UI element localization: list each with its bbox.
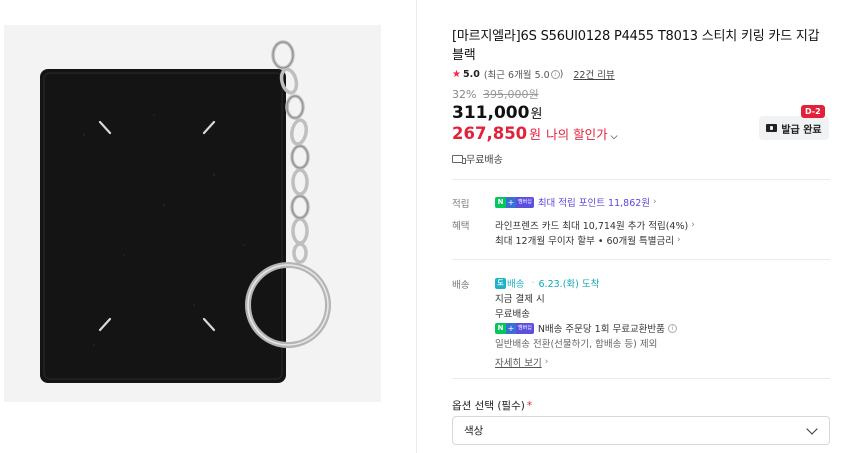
dot-separator: · <box>531 277 535 289</box>
info-icon[interactable]: i <box>550 69 560 79</box>
sale-price-unit: 원 <box>530 107 543 122</box>
info-icon[interactable]: i <box>667 323 677 333</box>
chevron-right-icon: › <box>544 357 549 367</box>
chevron-right-icon: › <box>677 235 681 245</box>
chevron-right-icon: › <box>653 197 657 207</box>
divider <box>452 259 830 260</box>
point-label: 적립 <box>452 199 470 210</box>
n-delivery-badge-short: 도 <box>495 277 506 289</box>
npay-badge-n: N <box>495 196 506 208</box>
delivery-line-3: 무료배송 <box>495 309 530 320</box>
truck-icon <box>452 154 466 164</box>
option-label: 옵션 선택 (필수) * <box>452 398 532 413</box>
npay-badge-n: N <box>495 322 506 334</box>
my-price-label: 나의 할인가 <box>546 127 608 142</box>
coupon-icon <box>766 124 778 132</box>
max-point-text: 최대 적립 포인트 11,862원 <box>537 198 651 209</box>
product-image[interactable] <box>4 25 381 402</box>
chevron-down-icon <box>806 423 818 435</box>
free-shipping-label: 무료배송 <box>466 155 503 166</box>
rating-row: ★ 5.0 (최근 6개월 5.0 i ) 22건 리뷰 <box>452 67 615 82</box>
n-delivery-badge-text: 배송 <box>507 279 525 290</box>
delivery-more-row[interactable]: 자세히 보기 › <box>495 355 548 369</box>
npay-membership-icon: N + 멤버십 <box>495 196 534 208</box>
delivery-label: 배송 <box>452 280 470 291</box>
chevron-down-icon[interactable]: ⌵ <box>611 132 618 142</box>
coupon-dday-badge: D-2 <box>801 105 825 118</box>
npay-membership-icon: N + 멤버십 <box>495 322 534 334</box>
benefit-label: 혜택 <box>452 221 470 232</box>
coupon-button[interactable]: 발급 완료 <box>759 116 829 140</box>
star-icon: ★ <box>452 68 461 80</box>
sale-price-value: 311,000 <box>452 103 530 123</box>
free-shipping: 무료배송 <box>452 151 503 166</box>
installment-text: 최대 12개월 무이자 할부 • 60개월 특별금리 <box>495 236 674 247</box>
product-info-panel: [마르지엘라]6S S56UI0128 P4455 T8013 스티치 키링 카… <box>452 0 832 453</box>
review-link[interactable]: 22건 리뷰 <box>573 67 614 81</box>
npay-badge-plus: + <box>506 322 516 334</box>
my-price-value: 267,850 <box>452 124 528 143</box>
my-price-unit: 원 <box>529 128 542 143</box>
color-select-value: 색상 <box>464 425 484 437</box>
discount-row: 32% 395,000원 <box>452 86 539 102</box>
sale-price: 311,000원 <box>452 103 542 123</box>
rating-score: 5.0 <box>462 68 480 80</box>
product-title: [마르지엘라]6S S56UI0128 P4455 T8013 스티치 키링 카… <box>452 29 820 63</box>
n-delivery-icon: 도 배송 <box>495 276 524 290</box>
wallet-keyring-image <box>40 40 331 383</box>
card-benefit-text: 라인프렌즈 카드 최대 10,714원 추가 적립(4%) <box>495 221 689 232</box>
coupon-button-label: 발급 완료 <box>781 124 822 136</box>
npay-badge-plus: + <box>506 196 516 208</box>
delivery-line-2: 지금 결제 시 <box>495 294 545 305</box>
discount-rate: 32% <box>452 88 477 101</box>
exchange-row: N + 멤버십 N배송 주문당 1회 무료교환반품 i <box>495 321 677 335</box>
rating-recent-close: ) <box>559 68 564 80</box>
delivery-exclusion: 일반배송 전환(선물하기, 합배송 등) 제외 <box>495 339 658 350</box>
vertical-divider <box>416 0 417 453</box>
divider <box>452 378 830 379</box>
card-benefit-row[interactable]: 라인프렌즈 카드 최대 10,714원 추가 적립(4%) › <box>495 218 695 232</box>
my-discount-price[interactable]: 267,850 원 나의 할인가 ⌵ <box>452 124 617 143</box>
installment-row[interactable]: 최대 12개월 무이자 할부 • 60개월 특별금리 › <box>495 233 681 247</box>
delivery-more-link[interactable]: 자세히 보기 <box>495 355 542 369</box>
point-row[interactable]: N + 멤버십 최대 적립 포인트 11,862원 › <box>495 195 657 209</box>
original-price: 395,000원 <box>482 88 539 101</box>
required-mark: * <box>526 400 533 412</box>
rating-recent: (최근 6개월 5.0 <box>483 70 550 81</box>
npay-badge-membership: 멤버십 <box>516 322 534 334</box>
exchange-text: N배송 주문당 1회 무료교환반품 <box>537 324 665 335</box>
chevron-right-icon: › <box>691 220 695 230</box>
option-label-text: 옵션 선택 (필수) <box>452 400 525 412</box>
npay-badge-membership: 멤버십 <box>516 196 534 208</box>
delivery-date: 6.23.(화) 도착 <box>538 279 600 290</box>
delivery-date-row: 도 배송 · 6.23.(화) 도착 <box>495 276 599 290</box>
divider <box>452 179 830 180</box>
color-select[interactable]: 색상 <box>452 416 830 445</box>
